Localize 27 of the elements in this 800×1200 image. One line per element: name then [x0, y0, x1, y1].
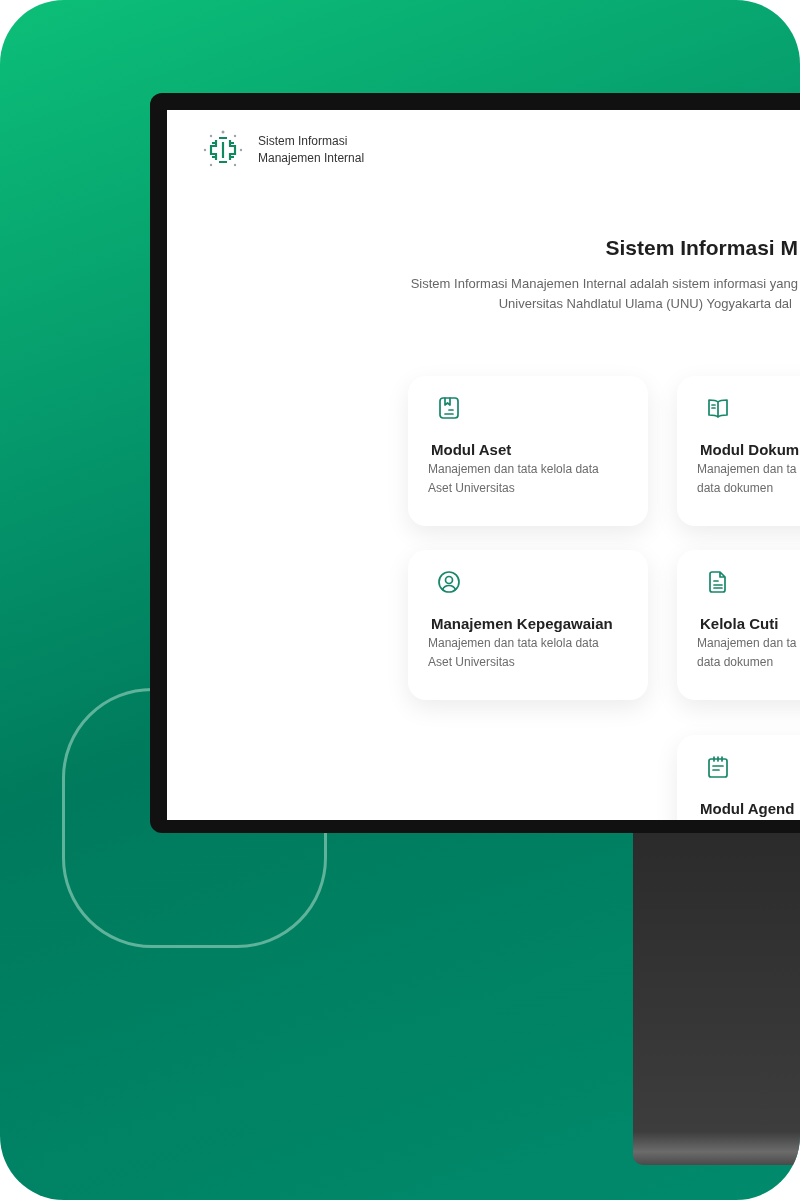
app-name: Sistem Informasi	[258, 133, 349, 150]
user-circle-icon	[437, 570, 461, 594]
open-book-icon	[706, 396, 730, 420]
module-description: Manajemen dan tata kelola data	[428, 461, 600, 478]
module-card[interactable]: Modul Dokum Manajemen dan ta data dokumen	[677, 376, 800, 526]
hero-description: Sistem Informasi Manajemen Internal adalah sistem informasi yang	[410, 275, 798, 293]
app-name: Manajemen Internal	[258, 150, 365, 167]
module-title: Modul Dokum	[699, 440, 800, 460]
module-description: Manajemen dan tata kelola data	[428, 635, 600, 652]
module-title: Modul Aset	[430, 440, 513, 460]
module-card[interactable]: Modul Agend	[677, 735, 800, 820]
module-card[interactable]: Modul Aset Manajemen dan tata kelola data Aset Universitas	[408, 376, 648, 526]
hero-title: Sistem Informasi M	[605, 235, 798, 261]
bookmark-document-icon	[437, 396, 461, 420]
module-card[interactable]: Kelola Cuti Manajemen dan ta data dokumen	[677, 550, 800, 700]
module-description: Manajemen dan ta	[697, 461, 798, 478]
module-title: Modul Agend	[699, 799, 796, 819]
module-description: Aset Universitas	[428, 654, 516, 671]
module-card[interactable]: Manajemen Kepegawaian Manajemen dan tata kelola data Aset Universitas	[408, 550, 648, 700]
module-description: data dokumen	[697, 654, 775, 671]
hero-description: Universitas Nahdlatul Ulama (UNU) Yogyakarta dal	[498, 295, 793, 313]
module-description: Manajemen dan ta	[697, 635, 798, 652]
module-description: data dokumen	[697, 480, 775, 497]
calendar-icon	[706, 755, 730, 779]
module-description: Aset Universitas	[428, 480, 516, 497]
module-title: Manajemen Kepegawaian	[430, 614, 614, 634]
module-title: Kelola Cuti	[699, 614, 780, 634]
